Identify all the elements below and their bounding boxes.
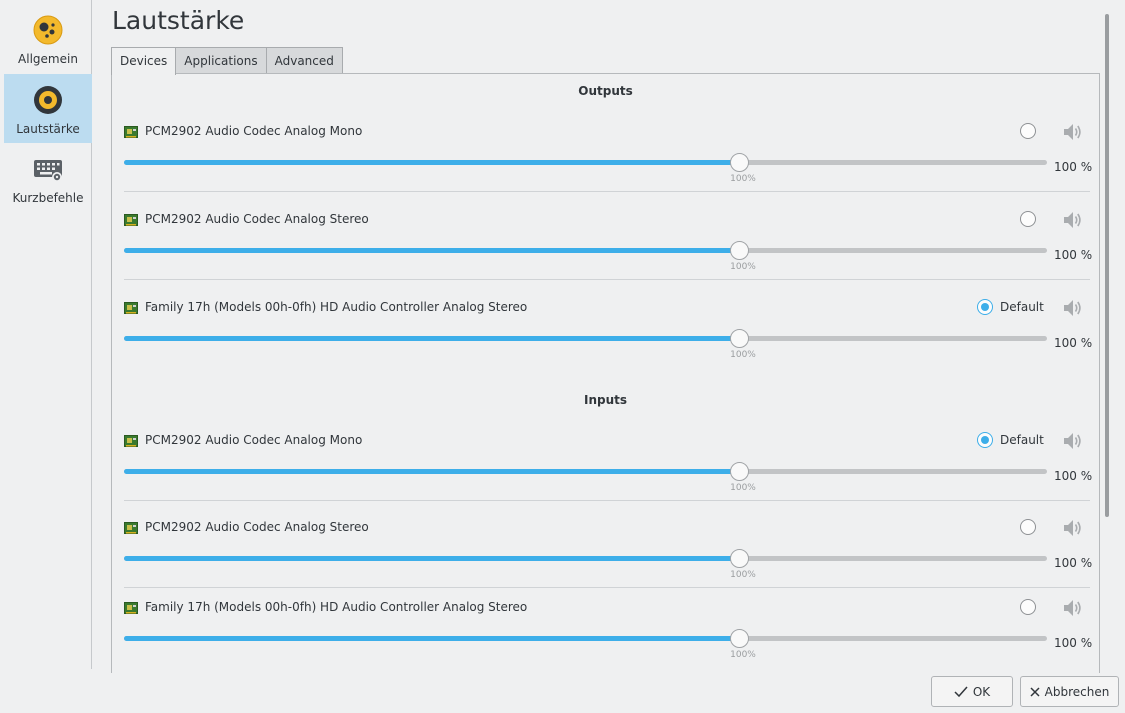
volume-fill bbox=[124, 160, 739, 165]
volume-handle[interactable] bbox=[730, 629, 749, 648]
volume-handle[interactable] bbox=[730, 153, 749, 172]
volume-fill bbox=[124, 469, 739, 474]
volume-fill bbox=[124, 636, 739, 641]
sidebar-item-label: Kurzbefehle bbox=[12, 191, 84, 205]
slider-tick-label: 100% bbox=[730, 350, 756, 360]
volume-icon bbox=[34, 86, 62, 114]
volume-track bbox=[124, 636, 1047, 641]
sidebar-item-lautstaerke[interactable]: Lautstärke bbox=[4, 74, 92, 143]
volume-handle[interactable] bbox=[730, 462, 749, 481]
general-settings-icon bbox=[33, 15, 63, 45]
sound-card-icon bbox=[124, 522, 138, 534]
volume-slider[interactable] bbox=[124, 549, 1047, 569]
device-row: PCM2902 Audio Codec Analog Stereo 100% 100… bbox=[124, 508, 1093, 588]
slider-tick-label: 100% bbox=[730, 174, 756, 184]
sidebar-item-kurzbefehle[interactable]: Kurzbefehle bbox=[4, 143, 92, 212]
ok-button[interactable]: OK bbox=[931, 676, 1013, 707]
speaker-icon[interactable] bbox=[1061, 209, 1083, 231]
volume-fill bbox=[124, 248, 739, 253]
device-name: PCM2902 Audio Codec Analog Mono bbox=[145, 433, 363, 447]
volume-slider[interactable] bbox=[124, 153, 1047, 173]
speaker-icon[interactable] bbox=[1061, 517, 1083, 539]
checkmark-icon bbox=[954, 686, 968, 697]
cancel-button-label: Abbrechen bbox=[1044, 684, 1110, 699]
device-row: PCM2902 Audio Codec Analog Stereo 100% 100… bbox=[124, 200, 1093, 280]
volume-track bbox=[124, 336, 1047, 341]
device-name: PCM2902 Audio Codec Analog Mono bbox=[145, 124, 363, 138]
speaker-icon[interactable] bbox=[1061, 430, 1083, 452]
default-device-radio[interactable] bbox=[977, 299, 993, 315]
volume-fill bbox=[124, 556, 739, 561]
volume-track bbox=[124, 248, 1047, 253]
default-device-radio[interactable] bbox=[1020, 519, 1036, 535]
scrollbar[interactable] bbox=[1105, 14, 1109, 517]
sound-card-icon bbox=[124, 214, 138, 226]
device-row: Family 17h (Models 00h-0fh) HD Audio Con… bbox=[124, 588, 1093, 668]
device-name: Family 17h (Models 00h-0fh) HD Audio Con… bbox=[145, 600, 528, 614]
tab-devices[interactable]: Devices bbox=[111, 47, 177, 75]
sound-card-icon bbox=[124, 602, 138, 614]
volume-handle[interactable] bbox=[730, 241, 749, 260]
device-row: PCM2902 Audio Codec Analog Mono 100% 100 % bbox=[124, 112, 1093, 192]
volume-percent: 100 % bbox=[1054, 160, 1093, 174]
sidebar-item-label: Allgemein bbox=[18, 52, 78, 66]
default-label: Default bbox=[1000, 433, 1044, 447]
volume-slider[interactable] bbox=[124, 241, 1047, 261]
device-row: PCM2902 Audio Codec Analog Mono Default 10… bbox=[124, 421, 1093, 501]
speaker-icon[interactable] bbox=[1061, 297, 1083, 319]
volume-percent: 100 % bbox=[1054, 248, 1093, 262]
page-title: Lautstärke bbox=[112, 6, 245, 35]
device-name: PCM2902 Audio Codec Analog Stereo bbox=[145, 212, 369, 226]
sidebar-item-allgemein[interactable]: Allgemein bbox=[4, 4, 92, 73]
default-device-radio[interactable] bbox=[1020, 211, 1036, 227]
ok-button-label: OK bbox=[972, 684, 991, 699]
volume-percent: 100 % bbox=[1054, 336, 1093, 350]
slider-tick-label: 100% bbox=[730, 262, 756, 272]
default-label: Default bbox=[1000, 300, 1044, 314]
sound-card-icon bbox=[124, 302, 138, 314]
speaker-icon[interactable] bbox=[1061, 121, 1083, 143]
slider-tick-label: 100% bbox=[730, 483, 756, 493]
device-name: Family 17h (Models 00h-0fh) HD Audio Con… bbox=[145, 300, 528, 314]
tab-applications[interactable]: Applications bbox=[175, 47, 267, 74]
slider-tick-label: 100% bbox=[730, 570, 756, 580]
volume-percent: 100 % bbox=[1054, 556, 1093, 570]
volume-track bbox=[124, 469, 1047, 474]
keyboard-icon bbox=[34, 160, 62, 182]
volume-percent: 100 % bbox=[1054, 636, 1093, 650]
default-device-radio[interactable] bbox=[1020, 123, 1036, 139]
default-device-radio[interactable] bbox=[1020, 599, 1036, 615]
device-name: PCM2902 Audio Codec Analog Stereo bbox=[145, 520, 369, 534]
volume-fill bbox=[124, 336, 739, 341]
device-row: Family 17h (Models 00h-0fh) HD Audio Con… bbox=[124, 288, 1093, 368]
volume-handle[interactable] bbox=[730, 549, 749, 568]
volume-slider[interactable] bbox=[124, 629, 1047, 649]
outputs-heading: Outputs bbox=[578, 84, 633, 98]
volume-track bbox=[124, 556, 1047, 561]
sidebar: Allgemein Lautstärke Kurzbefehle bbox=[0, 0, 92, 669]
volume-handle[interactable] bbox=[730, 329, 749, 348]
sidebar-item-label: Lautstärke bbox=[16, 122, 80, 136]
volume-slider[interactable] bbox=[124, 462, 1047, 482]
sound-card-icon bbox=[124, 435, 138, 447]
default-device-radio[interactable] bbox=[977, 432, 993, 448]
volume-track bbox=[124, 160, 1047, 165]
tab-advanced[interactable]: Advanced bbox=[265, 47, 343, 74]
volume-slider[interactable] bbox=[124, 329, 1047, 349]
close-icon bbox=[1030, 686, 1040, 697]
speaker-icon[interactable] bbox=[1061, 597, 1083, 619]
cancel-button[interactable]: Abbrechen bbox=[1020, 676, 1119, 707]
sound-card-icon bbox=[124, 126, 138, 138]
inputs-heading: Inputs bbox=[583, 393, 628, 407]
volume-percent: 100 % bbox=[1054, 469, 1093, 483]
devices-panel: Outputs PCM2902 Audio Codec Analog Mono 1… bbox=[111, 73, 1100, 673]
tab-bar: Devices Applications Advanced bbox=[111, 47, 343, 75]
slider-tick-label: 100% bbox=[730, 650, 756, 660]
